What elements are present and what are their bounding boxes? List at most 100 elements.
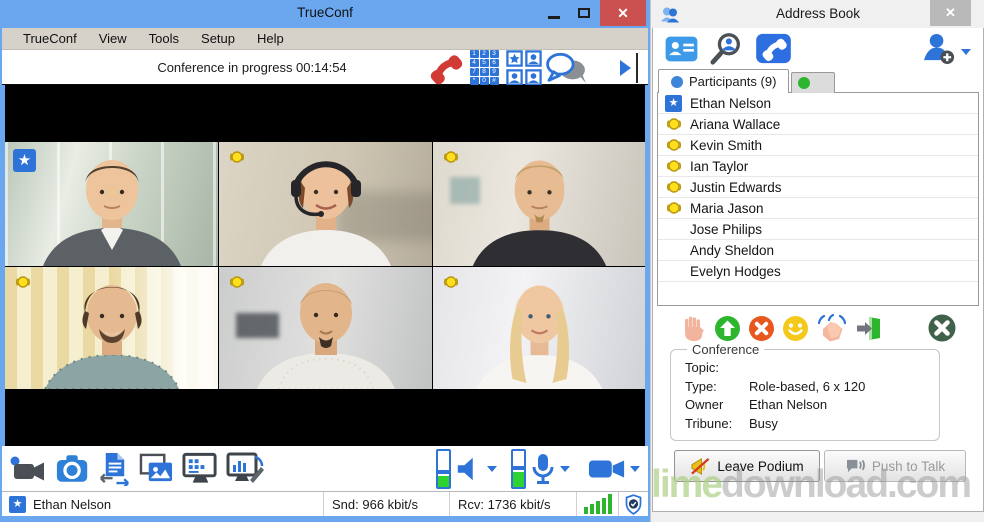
participant-video-avatar	[476, 285, 603, 389]
leave-conference-button[interactable]	[855, 315, 883, 342]
camera-device-chevron-icon[interactable]	[630, 466, 640, 477]
participant-row[interactable]: Andy Sheldon	[658, 240, 978, 261]
address-book-window: Address Book ✕ Participants (9) ★ Ethan …	[650, 0, 984, 522]
participant-name: Ethan Nelson	[690, 95, 772, 111]
close-icon: ✕	[617, 4, 629, 21]
menu-help[interactable]: Help	[246, 28, 295, 49]
take-podium-button[interactable]	[714, 315, 741, 342]
speaker-toggle-button[interactable]	[455, 455, 483, 483]
whiteboard-button[interactable]	[226, 452, 264, 486]
search-person-icon	[710, 32, 740, 65]
conference-manage-button[interactable]	[504, 49, 544, 86]
security-shield-icon	[625, 493, 642, 515]
applause-button[interactable]	[816, 314, 848, 342]
dialpad-button[interactable]: 123 456 789 * 0 #	[468, 50, 500, 85]
file-transfer-button[interactable]	[98, 451, 131, 486]
menu-view[interactable]: View	[88, 28, 138, 49]
menu-trueconf[interactable]: TrueConf	[12, 28, 88, 49]
menu-setup[interactable]: Setup	[190, 28, 246, 49]
tab-participants[interactable]: Participants (9)	[658, 69, 790, 93]
self-name: Ethan Nelson	[33, 496, 112, 512]
speaker-status-icon	[666, 139, 681, 151]
hang-up-button[interactable]	[423, 50, 467, 86]
camera-toggle-button[interactable]	[588, 457, 626, 481]
conference-info-panel: Conference Topic: Type: Role-based, 6 x …	[670, 342, 940, 441]
connection-quality	[576, 492, 618, 516]
address-book-body: Participants (9) ★ Ethan Nelson Ariana W…	[652, 28, 984, 512]
mic-slider-handle[interactable]	[511, 465, 526, 470]
video-tile-grid: ★	[5, 142, 645, 389]
chat-button[interactable]	[545, 50, 587, 85]
participant-row[interactable]: Ian Taylor	[658, 156, 978, 177]
participant-name: Justin Edwards	[690, 179, 782, 195]
push-to-talk-icon	[846, 459, 865, 472]
chairman-star-badge-icon: ★	[13, 149, 36, 172]
panel-arrow-icon	[620, 59, 631, 76]
media-toolbar	[2, 446, 648, 491]
push-to-talk-button[interactable]: Push to Talk	[824, 450, 966, 482]
search-contacts-button[interactable]	[707, 32, 747, 71]
volume-slider-handle[interactable]	[436, 469, 451, 474]
conference-info-legend: Conference	[687, 342, 765, 357]
trueconf-window: TrueConf ✕ TrueConf View Tools Setup Hel…	[0, 0, 650, 522]
participant-name: Ariana Wallace	[690, 116, 781, 132]
speaker-device-chevron-icon[interactable]	[487, 466, 497, 477]
status-bar: ★ Ethan Nelson Snd: 966 kbit/s Rcv: 1736…	[2, 491, 648, 516]
mic-level-slider[interactable]	[511, 448, 526, 489]
participant-video-avatar	[257, 283, 395, 389]
video-tile-speaker-5[interactable]	[219, 267, 432, 389]
video-tile-speaker-4[interactable]	[5, 267, 218, 389]
raise-hand-button[interactable]	[681, 315, 707, 342]
trueconf-titlebar[interactable]: TrueConf ✕	[0, 0, 650, 28]
minimize-icon	[548, 15, 560, 19]
participant-row[interactable]: ★ Ethan Nelson	[658, 93, 978, 114]
collapse-panel-button[interactable]	[614, 50, 644, 85]
chairman-star-icon: ★	[9, 495, 26, 513]
call-button[interactable]	[755, 33, 792, 69]
microphone-toggle-button[interactable]	[530, 453, 556, 485]
close-button[interactable]: ✕	[600, 0, 646, 26]
participant-row[interactable]: Evelyn Hodges	[658, 261, 978, 282]
end-conference-button[interactable]	[927, 313, 957, 343]
participant-name: Maria Jason	[690, 200, 764, 216]
video-tile-speaker-3[interactable]	[433, 142, 645, 266]
slideshow-button[interactable]	[138, 452, 175, 485]
menu-tools[interactable]: Tools	[138, 28, 190, 49]
speaker-volume-slider[interactable]	[436, 448, 451, 489]
participant-row[interactable]: Kevin Smith	[658, 135, 978, 156]
conference-tribune-row: Tribune: Busy	[685, 415, 778, 431]
file-transfer-icon	[100, 452, 129, 486]
security-indicator[interactable]	[618, 492, 648, 516]
video-tile-speaker-6[interactable]	[433, 267, 645, 389]
microphone-icon	[532, 453, 554, 484]
screen-share-button[interactable]	[182, 452, 219, 486]
participant-row[interactable]: Jose Philips	[658, 219, 978, 240]
conference-status-text: Conference in progress 00:14:54	[157, 60, 347, 75]
av-controls-group	[436, 448, 648, 489]
add-user-chevron-icon[interactable]	[961, 48, 971, 60]
participant-row[interactable]: Maria Jason	[658, 198, 978, 219]
add-user-icon	[923, 33, 955, 65]
address-book-titlebar[interactable]: Address Book ✕	[651, 0, 984, 28]
record-video-button[interactable]	[8, 454, 48, 484]
participant-video-avatar	[43, 285, 181, 389]
close-button[interactable]: ✕	[930, 0, 971, 26]
video-tile-ethan-nelson[interactable]: ★	[5, 142, 218, 266]
emotions-button[interactable]	[782, 315, 809, 342]
remove-from-podium-button[interactable]	[748, 315, 775, 342]
participant-row[interactable]: Justin Edwards	[658, 177, 978, 198]
snapshot-button[interactable]	[55, 453, 91, 484]
video-tile-speaker-2[interactable]	[219, 142, 432, 266]
leave-podium-button[interactable]: Leave Podium	[674, 450, 820, 482]
minimize-button[interactable]	[540, 0, 568, 26]
maximize-button[interactable]	[570, 0, 598, 26]
add-user-button[interactable]	[921, 32, 956, 70]
tab-online-contacts[interactable]	[791, 72, 836, 93]
contact-card-button[interactable]	[664, 34, 699, 69]
mic-device-chevron-icon[interactable]	[560, 466, 570, 477]
participant-row[interactable]: Ariana Wallace	[658, 114, 978, 135]
exit-door-icon	[857, 316, 880, 340]
speaker-status-icon	[666, 202, 681, 214]
video-camera-icon	[588, 459, 625, 478]
conference-actions-row	[657, 311, 979, 345]
